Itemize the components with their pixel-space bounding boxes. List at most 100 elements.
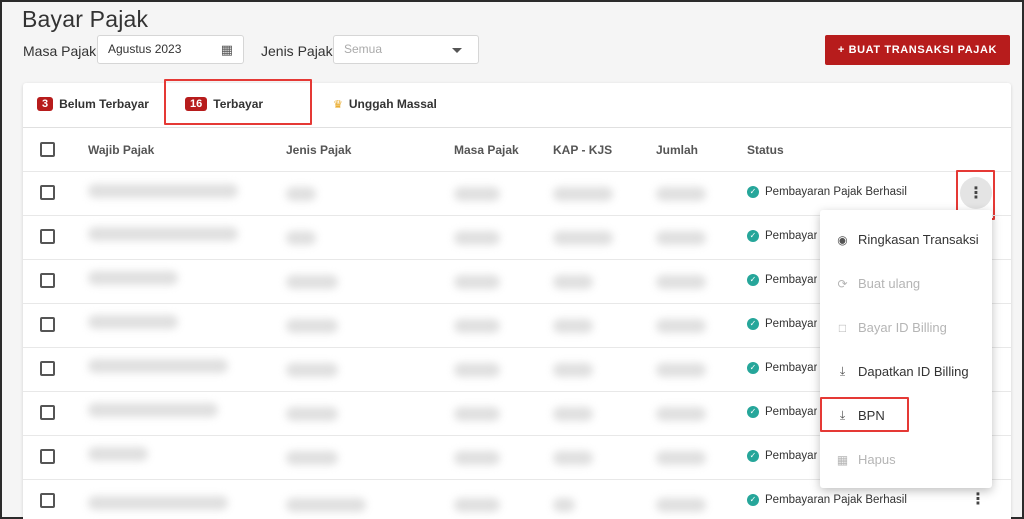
- tab-belum-terbayar[interactable]: 3 Belum Terbayar: [37, 97, 149, 111]
- redacted-cell: [454, 451, 500, 465]
- redacted-cell: [553, 407, 593, 421]
- check-circle-icon: ✓: [747, 362, 759, 374]
- check-circle-icon: ✓: [747, 494, 759, 506]
- create-transaction-button[interactable]: + BUAT TRANSAKSI PAJAK: [825, 35, 1010, 65]
- crown-icon: ♛: [333, 98, 343, 111]
- status-badge: ✓Pembayaran Pajak Berhasil: [747, 494, 907, 506]
- redacted-cell: [88, 315, 178, 329]
- redacted-cell: [656, 407, 706, 421]
- row-checkbox[interactable]: [40, 273, 55, 288]
- redacted-cell: [286, 187, 316, 201]
- status-badge: ✓Pembayaran Pajak Berhasil: [747, 274, 817, 286]
- check-circle-icon: ✓: [747, 186, 759, 198]
- redacted-cell: [88, 359, 228, 373]
- select-all-checkbox[interactable]: [40, 142, 55, 157]
- menu-item-bayar-id-billing[interactable]: □ Bayar ID Billing: [836, 320, 947, 335]
- redacted-cell: [454, 498, 500, 512]
- redacted-cell: [88, 496, 228, 510]
- masa-pajak-value: Agustus 2023: [108, 42, 182, 56]
- column-header[interactable]: KAP - KJS: [553, 143, 612, 157]
- create-transaction-label: + BUAT TRANSAKSI PAJAK: [837, 44, 998, 56]
- status-badge: ✓Pembayaran Pajak Berhasil: [747, 318, 817, 330]
- status-badge: ✓Pembayaran Pajak Berhasil: [747, 450, 817, 462]
- redacted-cell: [454, 231, 500, 245]
- redacted-cell: [656, 319, 706, 333]
- redacted-cell: [656, 187, 706, 201]
- redacted-cell: [286, 407, 338, 421]
- redacted-cell: [553, 451, 593, 465]
- chevron-down-icon: [452, 48, 462, 53]
- check-circle-icon: ✓: [747, 230, 759, 242]
- status-badge: ✓Pembayaran Pajak Berhasil: [747, 186, 907, 198]
- redacted-cell: [454, 407, 500, 421]
- row-checkbox[interactable]: [40, 493, 55, 508]
- row-checkbox[interactable]: [40, 361, 55, 376]
- redacted-cell: [286, 275, 338, 289]
- row-checkbox[interactable]: [40, 405, 55, 420]
- redacted-cell: [88, 447, 148, 461]
- redacted-cell: [286, 319, 338, 333]
- status-badge: ✓Pembayaran Pajak Berhasil: [747, 406, 817, 418]
- status-badge: ✓Pembayaran Pajak Berhasil: [747, 362, 817, 374]
- redacted-cell: [553, 498, 575, 512]
- redacted-cell: [454, 275, 500, 289]
- status-badge: ✓Pembayaran Pajak Berhasil: [747, 230, 817, 242]
- eye-icon: ◉: [837, 232, 848, 247]
- row-checkbox[interactable]: [40, 449, 55, 464]
- menu-item-hapus[interactable]: ▦ Hapus: [836, 452, 896, 467]
- download-icon: ⤓: [839, 364, 846, 378]
- jenis-pajak-placeholder: Semua: [344, 42, 383, 56]
- menu-item-dapatkan-id-billing[interactable]: ⤓ Dapatkan ID Billing: [836, 364, 969, 379]
- redacted-cell: [454, 363, 500, 377]
- redacted-cell: [88, 184, 238, 198]
- masa-pajak-label: Masa Pajak: [23, 43, 97, 59]
- redacted-cell: [88, 403, 218, 417]
- column-header[interactable]: Wajib Pajak: [88, 143, 154, 157]
- menu-item-ringkasan-transaksi[interactable]: ◉ Ringkasan Transaksi: [836, 232, 978, 247]
- document-icon: □: [838, 320, 847, 335]
- check-circle-icon: ✓: [747, 450, 759, 462]
- column-header[interactable]: Masa Pajak: [454, 143, 519, 157]
- more-options-button[interactable]: ⋮: [970, 492, 986, 508]
- redacted-cell: [656, 451, 706, 465]
- masa-pajak-field[interactable]: Agustus 2023 ▦: [97, 35, 244, 64]
- calendar-icon: ▦: [220, 42, 233, 57]
- check-circle-icon: ✓: [747, 406, 759, 418]
- redacted-cell: [656, 363, 706, 377]
- highlight-box-terbayar: [164, 79, 312, 125]
- row-checkbox[interactable]: [40, 185, 55, 200]
- header-divider: [23, 171, 1011, 172]
- tab-unggah-massal[interactable]: ♛ Unggah Massal: [333, 97, 437, 111]
- highlight-box-bpn: [820, 397, 909, 432]
- redacted-cell: [656, 231, 706, 245]
- row-actions-menu: [820, 210, 992, 488]
- column-header[interactable]: Jumlah: [656, 143, 698, 157]
- redacted-cell: [88, 227, 238, 241]
- redacted-cell: [88, 271, 178, 285]
- redacted-cell: [454, 187, 500, 201]
- redacted-cell: [553, 187, 613, 201]
- redacted-cell: [553, 231, 613, 245]
- tab-count-badge: 3: [37, 97, 54, 111]
- column-header[interactable]: Status: [747, 143, 784, 157]
- redacted-cell: [553, 319, 593, 333]
- redacted-cell: [286, 451, 338, 465]
- redacted-cell: [286, 498, 366, 512]
- row-checkbox[interactable]: [40, 229, 55, 244]
- menu-item-buat-ulang[interactable]: ⟳ Buat ulang: [836, 276, 920, 291]
- refresh-icon: ⟳: [837, 276, 848, 291]
- tabs-divider: [23, 127, 1011, 128]
- redacted-cell: [553, 275, 593, 289]
- tab-label: Belum Terbayar: [59, 97, 149, 111]
- page-title: Bayar Pajak: [22, 6, 149, 32]
- redacted-cell: [553, 363, 593, 377]
- jenis-pajak-select[interactable]: Semua: [333, 35, 479, 64]
- check-circle-icon: ✓: [747, 318, 759, 330]
- trash-icon: ▦: [836, 452, 849, 467]
- redacted-cell: [286, 363, 338, 377]
- row-checkbox[interactable]: [40, 317, 55, 332]
- jenis-pajak-label: Jenis Pajak: [261, 43, 333, 59]
- column-header[interactable]: Jenis Pajak: [286, 143, 351, 157]
- check-circle-icon: ✓: [747, 274, 759, 286]
- tab-label: Unggah Massal: [348, 97, 437, 111]
